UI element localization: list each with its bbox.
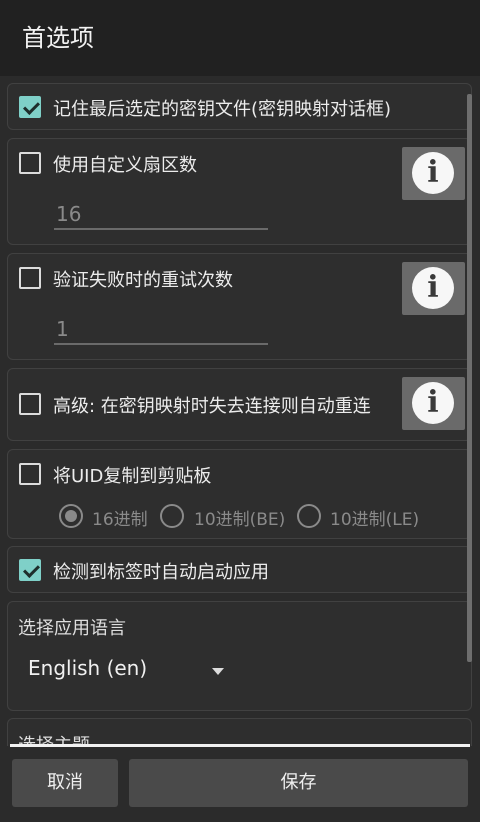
scrollbar[interactable] bbox=[467, 94, 472, 662]
copy-uid-card: 将UID复制到剪贴板 16进制 10进制(BE) 10进制(LE) bbox=[7, 449, 472, 539]
retry-count-checkbox[interactable] bbox=[19, 267, 41, 289]
language-spinner[interactable]: English (en) bbox=[22, 652, 232, 688]
cancel-button[interactable]: 取消 bbox=[12, 759, 118, 807]
remember-key-card[interactable]: 记住最后选定的密钥文件(密钥映射对话框) bbox=[7, 83, 472, 130]
retry-count-label: 验证失败时的重试次数 bbox=[53, 270, 233, 291]
retry-count-input[interactable]: 1 bbox=[54, 313, 268, 345]
chevron-down-icon bbox=[212, 668, 224, 675]
radio-hex[interactable] bbox=[59, 504, 83, 528]
radio-dec-be[interactable] bbox=[160, 504, 184, 528]
auto-start-card[interactable]: 检测到标签时自动启动应用 bbox=[7, 546, 472, 593]
remember-key-label: 记住最后选定的密钥文件(密钥映射对话框) bbox=[53, 99, 392, 120]
custom-sectors-info-button[interactable]: i bbox=[402, 147, 465, 200]
language-title: 选择应用语言 bbox=[18, 618, 126, 639]
auto-start-checkbox[interactable] bbox=[19, 559, 41, 581]
bottom-bar: 取消 保存 bbox=[0, 747, 480, 822]
copy-uid-label: 将UID复制到剪贴板 bbox=[53, 466, 212, 487]
retry-count-card: 验证失败时的重试次数 i 1 bbox=[7, 253, 472, 360]
radio-dec-le-label: 10进制(LE) bbox=[330, 510, 420, 530]
retry-count-info-button[interactable]: i bbox=[402, 262, 465, 315]
page-title: 首选项 bbox=[22, 24, 94, 52]
radio-hex-label: 16进制 bbox=[92, 510, 148, 530]
auto-reconnect-checkbox[interactable] bbox=[19, 393, 41, 415]
preferences-list[interactable]: 记住最后选定的密钥文件(密钥映射对话框) 使用自定义扇区数 i 16 验证失败时… bbox=[0, 76, 480, 746]
auto-start-label: 检测到标签时自动启动应用 bbox=[53, 562, 269, 583]
language-value: English (en) bbox=[28, 656, 148, 680]
title-bar: 首选项 bbox=[0, 0, 480, 76]
radio-dec-be-label: 10进制(BE) bbox=[194, 510, 286, 530]
remember-key-checkbox[interactable] bbox=[19, 96, 41, 118]
custom-sectors-input[interactable]: 16 bbox=[54, 198, 268, 230]
custom-sectors-card: 使用自定义扇区数 i 16 bbox=[7, 138, 472, 245]
custom-sectors-label: 使用自定义扇区数 bbox=[53, 155, 197, 176]
info-icon: i bbox=[412, 382, 454, 424]
info-icon: i bbox=[412, 152, 454, 194]
radio-dec-le[interactable] bbox=[297, 504, 321, 528]
save-button[interactable]: 保存 bbox=[129, 759, 468, 807]
auto-reconnect-info-button[interactable]: i bbox=[402, 377, 465, 430]
custom-sectors-checkbox[interactable] bbox=[19, 152, 41, 174]
info-icon: i bbox=[412, 267, 454, 309]
theme-card: 选择主题 bbox=[7, 718, 472, 746]
language-card: 选择应用语言 English (en) bbox=[7, 601, 472, 711]
auto-reconnect-label: 高级: 在密钥映射时失去连接则自动重连 bbox=[53, 396, 371, 417]
auto-reconnect-card: 高级: 在密钥映射时失去连接则自动重连 i bbox=[7, 368, 472, 441]
copy-uid-checkbox[interactable] bbox=[19, 463, 41, 485]
